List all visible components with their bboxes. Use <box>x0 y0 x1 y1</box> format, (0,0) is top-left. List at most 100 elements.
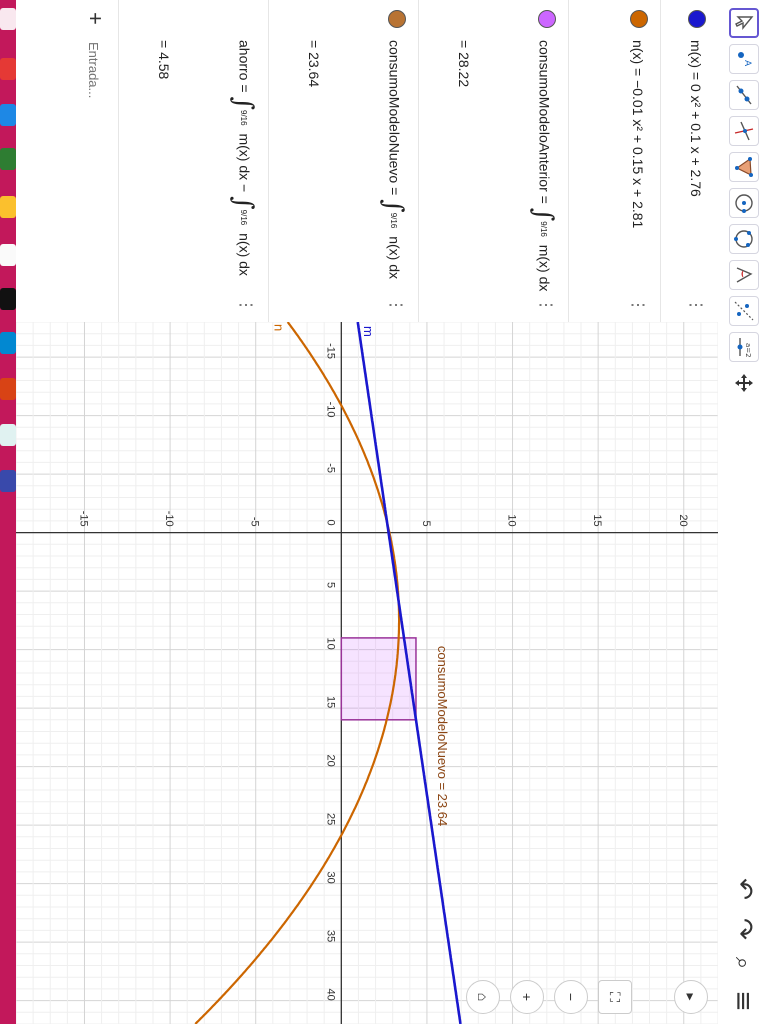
search-icon[interactable]: ⌕ <box>726 946 760 980</box>
polygon-icon <box>735 157 753 177</box>
graphics-view[interactable]: -15 -10 -5 0 5 10 15 20 25 30 35 40 -15 -10 -5 5 10 15 20 … <box>16 322 718 1024</box>
y-tick-label: -10 <box>163 511 175 527</box>
x-tick-label: -10 <box>324 402 336 418</box>
visibility-dot-consumo-nuevo[interactable] <box>388 10 406 28</box>
fullscreen-icon[interactable]: ⛶ <box>598 980 632 1014</box>
upper-limit: 16 <box>239 116 248 126</box>
store-icon[interactable] <box>0 470 16 492</box>
algebra-row-consumo-nuevo[interactable]: consumoModeloNuevo = ∫9/16 n(x) dx = 23.… <box>268 0 418 322</box>
integral-icon: ∫ <box>228 196 258 210</box>
move-tool-button[interactable] <box>729 8 759 38</box>
reflect-tool-button[interactable] <box>729 296 759 326</box>
more-options-icon[interactable]: ⋮ <box>386 297 406 314</box>
x-tick-label: 15 <box>324 696 336 708</box>
slider-icon: a=2 <box>737 338 752 358</box>
curve-label-m: m <box>361 326 376 337</box>
algebra-row-n[interactable]: n(x) = −0.01 x² + 0.15 x + 2.81 ⋮ <box>568 0 660 322</box>
x-tick-label: -15 <box>324 343 336 359</box>
y-tick-label: 10 <box>506 514 518 526</box>
spreadsheet-icon[interactable] <box>0 148 16 170</box>
chrome-icon[interactable] <box>0 244 16 266</box>
toolbar: A a=2 ↶ ↷ ⌕ ≡ <box>717 0 768 1024</box>
lower-limit: 9 <box>389 212 398 218</box>
geogebra-window: A a=2 ↶ ↷ ⌕ ≡ m(x) = 0 x² + 0.1 x + 2.76… <box>16 0 768 1024</box>
edge-icon[interactable] <box>0 104 16 126</box>
integral-limits: 9/16 <box>389 212 398 229</box>
perpendicular-tool-button[interactable] <box>729 116 759 146</box>
line-icon <box>736 85 752 105</box>
windows-icon[interactable] <box>0 8 16 30</box>
visibility-dot-consumo-anterior[interactable] <box>538 10 556 28</box>
plus-icon[interactable]: + <box>82 12 108 25</box>
browser-icon[interactable] <box>0 332 16 354</box>
integrand: n(x) dx <box>386 236 403 279</box>
x-tick-label: 0 <box>324 520 336 526</box>
algebra-row-m[interactable]: m(x) = 0 x² + 0.1 x + 2.76 ⋮ <box>660 0 718 322</box>
x-tick-label: 30 <box>324 871 336 883</box>
upper-limit: 16 <box>539 227 548 237</box>
algebra-row-ahorro[interactable]: ahorro = ∫9/16 m(x) dx − ∫9/16 n(x) dx =… <box>118 0 268 322</box>
app-icon[interactable] <box>0 58 16 80</box>
circle-tool-button[interactable] <box>729 188 759 218</box>
x-tick-label: 35 <box>324 930 336 942</box>
y-tick-label: -15 <box>77 511 89 527</box>
upper-limit: 16 <box>389 219 398 229</box>
x-tick-label: 5 <box>324 582 336 588</box>
integral-icon: ∫ <box>528 207 558 222</box>
terminal-icon[interactable] <box>0 288 16 310</box>
style-bar-toggle-icon[interactable]: ▸ <box>674 980 708 1014</box>
graph-canvas[interactable]: -15-10-50510152025303540-15 -10 -5 5 10 15 20 … <box>16 322 718 1024</box>
point-tool-button[interactable]: A <box>729 44 759 74</box>
more-options-icon[interactable]: ⋮ <box>628 297 648 314</box>
upper-limit: 16 <box>239 216 248 226</box>
redo-icon[interactable]: ↷ <box>726 912 760 946</box>
zoom-in-icon[interactable]: + <box>510 980 544 1014</box>
perpendicular-icon <box>734 121 754 141</box>
integrand: m(x) dx − <box>236 133 253 193</box>
integral-icon: ∫ <box>228 96 258 110</box>
shaded-region-label: consumoModeloNuevo = 23.64 <box>435 646 450 826</box>
circle-points-icon <box>734 230 753 248</box>
integral-limits: 9/16 <box>239 209 248 226</box>
zoom-out-icon[interactable]: − <box>554 980 588 1014</box>
visibility-dot-n[interactable] <box>630 10 648 28</box>
line-tool-button[interactable] <box>729 80 759 110</box>
more-options-icon[interactable]: ⋮ <box>686 297 706 314</box>
more-options-icon[interactable]: ⋮ <box>536 297 556 314</box>
algebra-row-consumo-anterior[interactable]: consumoModeloAnterior = ∫9/16 m(x) dx = … <box>418 0 568 322</box>
value-consumo-nuevo: = 23.64 <box>306 40 322 88</box>
slider-tool-button[interactable]: a=2 <box>729 332 759 362</box>
definition-ahorro[interactable]: ahorro = ∫9/16 m(x) dx − ∫9/16 n(x) dx <box>228 40 258 276</box>
lower-limit: 9 <box>239 209 248 215</box>
circle-three-points-tool-button[interactable] <box>729 224 759 254</box>
definition-consumo-anterior[interactable]: consumoModeloAnterior = ∫9/16 m(x) dx <box>528 40 558 291</box>
whatsapp-icon[interactable] <box>0 424 16 446</box>
x-tick-label: 40 <box>324 988 336 1000</box>
algebra-input[interactable] <box>82 40 106 284</box>
x-tick-label: 25 <box>324 813 336 825</box>
input-row[interactable]: + <box>16 0 118 322</box>
integral-icon: ∫ <box>378 199 408 213</box>
angle-tool-button[interactable] <box>729 260 759 290</box>
definition-n[interactable]: n(x) = −0.01 x² + 0.15 x + 2.81 <box>630 40 646 228</box>
y-tick-label: 15 <box>591 514 603 526</box>
integrand-2: n(x) dx <box>236 233 253 276</box>
home-view-icon[interactable]: ⌂ <box>466 980 500 1014</box>
screen: A a=2 ↶ ↷ ⌕ ≡ m(x) = 0 x² + 0.1 x + 2.76… <box>0 0 768 1024</box>
y-tick-label: 20 <box>677 514 689 526</box>
visibility-dot-m[interactable] <box>688 10 706 28</box>
x-tick-label: -5 <box>324 463 336 473</box>
polygon-tool-button[interactable] <box>729 152 759 182</box>
definition-consumo-nuevo[interactable]: consumoModeloNuevo = ∫9/16 n(x) dx <box>378 40 408 279</box>
more-options-icon[interactable]: ⋮ <box>236 297 256 314</box>
x-tick-label: 10 <box>324 637 336 649</box>
office-icon[interactable] <box>0 378 16 400</box>
undo-icon[interactable]: ↶ <box>726 872 760 906</box>
move-view-icon <box>735 374 753 392</box>
move-view-tool-button[interactable] <box>729 368 759 398</box>
menu-icon[interactable]: ≡ <box>726 984 760 1018</box>
svg-text:A: A <box>742 60 752 67</box>
x-tick-label: 20 <box>324 754 336 766</box>
definition-m[interactable]: m(x) = 0 x² + 0.1 x + 2.76 <box>688 40 704 197</box>
folder-icon[interactable] <box>0 196 16 218</box>
